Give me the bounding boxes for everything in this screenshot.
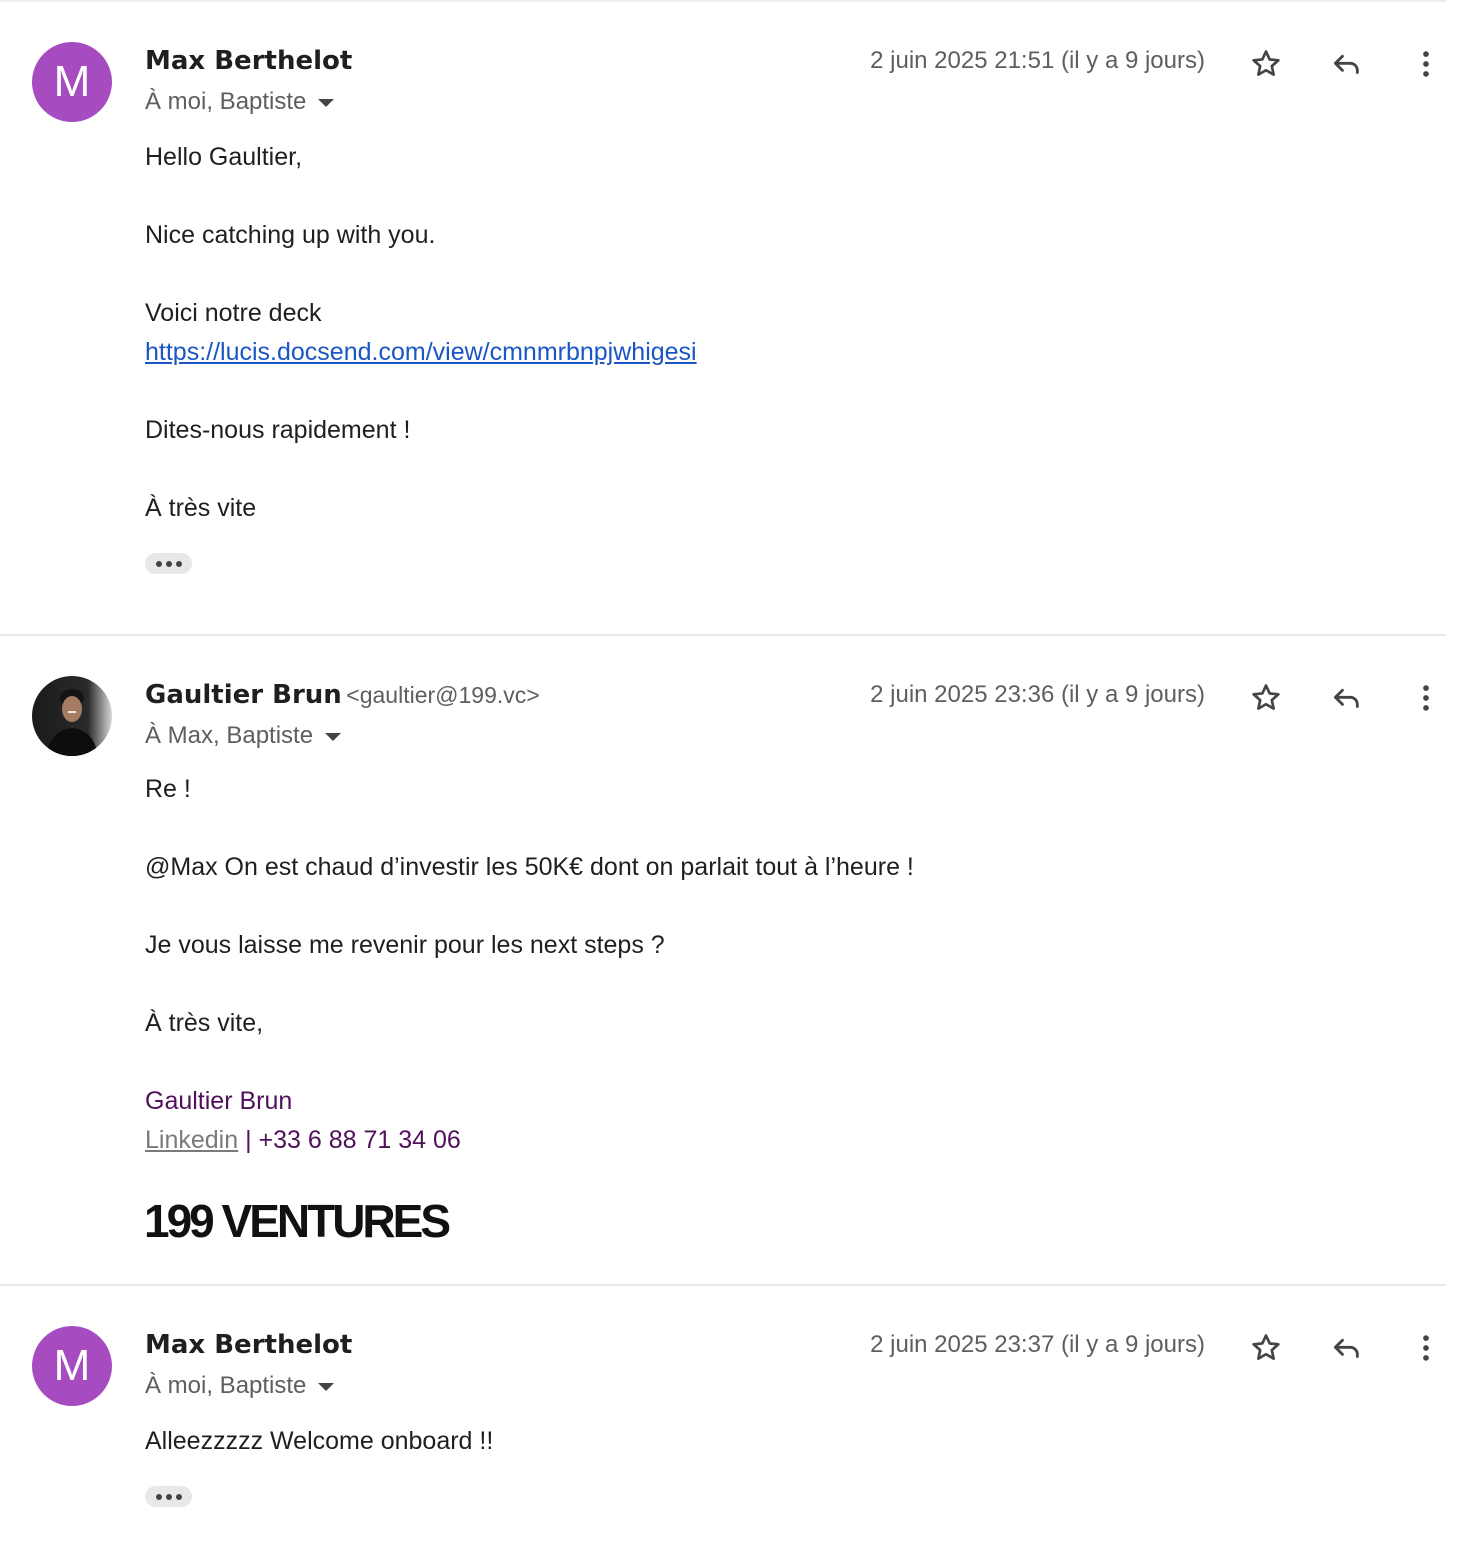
message-date: 2 juin 2025 21:51 (il y a 9 jours) xyxy=(870,47,1205,74)
sender-name[interactable]: Max Berthelot xyxy=(145,1330,352,1360)
message-body: Hello Gaultier, Nice catching up with yo… xyxy=(145,138,697,528)
body-closing: À très vite, xyxy=(145,1009,264,1037)
avatar[interactable] xyxy=(32,676,112,756)
linkedin-link[interactable]: Linkedin xyxy=(145,1126,238,1154)
recipients-toggle[interactable]: À moi, Baptiste xyxy=(145,88,335,116)
body-line: Nice catching up with you. xyxy=(145,221,436,249)
body-line: @Max On est chaud d’investir les 50K€ do… xyxy=(145,853,914,881)
more-options-button[interactable] xyxy=(1404,1326,1448,1370)
reply-button[interactable] xyxy=(1324,676,1368,720)
star-outline-icon xyxy=(1252,1334,1280,1360)
avatar[interactable]: M xyxy=(32,42,112,122)
caret-down-icon xyxy=(318,1382,335,1391)
show-trimmed-content-button[interactable] xyxy=(145,1486,192,1507)
reply-button[interactable] xyxy=(1324,1326,1368,1370)
message-divider xyxy=(0,634,1446,636)
avatar-letter: M xyxy=(53,57,91,106)
body-line: Alleezzzzz Welcome onboard !! xyxy=(145,1427,494,1455)
star-button[interactable] xyxy=(1244,1326,1288,1370)
body-closing: À très vite xyxy=(145,494,257,522)
recipients-toggle[interactable]: À moi, Baptiste xyxy=(145,1372,335,1400)
body-greeting: Hello Gaultier, xyxy=(145,143,303,171)
body-line: Je vous laisse me revenir pour les next … xyxy=(145,931,665,959)
deck-link[interactable]: https://lucis.docsend.com/view/cmnmrbnpj… xyxy=(145,338,697,366)
body-line: Dites-nous rapidement ! xyxy=(145,416,411,444)
avatar-letter: M xyxy=(53,1341,91,1390)
top-divider xyxy=(0,0,1446,2)
reply-button[interactable] xyxy=(1324,42,1368,86)
three-dots-icon xyxy=(155,1493,162,1500)
show-trimmed-content-button[interactable] xyxy=(145,553,192,574)
sender-email: <gaultier@199.vc> xyxy=(346,682,540,708)
profile-photo-icon xyxy=(32,676,112,756)
signature-phone[interactable]: +33 6 88 71 34 06 xyxy=(259,1126,461,1154)
message-date: 2 juin 2025 23:37 (il y a 9 jours) xyxy=(870,1331,1205,1358)
company-logo: 199 VENTURES xyxy=(144,1195,451,1247)
body-greeting: Re ! xyxy=(145,775,191,803)
message-date: 2 juin 2025 23:36 (il y a 9 jours) xyxy=(870,681,1205,708)
avatar[interactable]: M xyxy=(32,1326,112,1406)
star-outline-icon xyxy=(1252,684,1280,710)
caret-down-icon xyxy=(318,98,335,107)
message-divider xyxy=(0,1284,1446,1286)
body-line: Voici notre deck xyxy=(145,299,322,327)
recipients-label: À moi, Baptiste xyxy=(145,1372,307,1399)
signature-separator: | xyxy=(238,1126,259,1154)
sender: Gaultier Brun <gaultier@199.vc> xyxy=(145,680,540,710)
more-vert-icon xyxy=(1423,1335,1429,1361)
message-body: Re ! @Max On est chaud d’investir les 50… xyxy=(145,770,914,1160)
star-outline-icon xyxy=(1252,50,1280,76)
reply-arrow-icon xyxy=(1333,1338,1359,1358)
reply-arrow-icon xyxy=(1333,54,1359,74)
recipients-label: À Max, Baptiste xyxy=(145,722,314,749)
sender-name[interactable]: Gaultier Brun xyxy=(145,680,342,710)
three-dots-icon xyxy=(155,560,162,567)
more-options-button[interactable] xyxy=(1404,676,1448,720)
sender-name[interactable]: Max Berthelot xyxy=(145,46,352,76)
star-button[interactable] xyxy=(1244,42,1288,86)
more-options-button[interactable] xyxy=(1404,42,1448,86)
recipients-label: À moi, Baptiste xyxy=(145,88,307,115)
more-vert-icon xyxy=(1423,685,1429,711)
sender: Max Berthelot xyxy=(145,46,352,76)
sender: Max Berthelot xyxy=(145,1330,352,1360)
recipients-toggle[interactable]: À Max, Baptiste xyxy=(145,722,342,750)
star-button[interactable] xyxy=(1244,676,1288,720)
signature-contact: Linkedin | +33 6 88 71 34 06 xyxy=(145,1121,914,1160)
caret-down-icon xyxy=(325,732,342,741)
message-body: Alleezzzzz Welcome onboard !! xyxy=(145,1422,493,1461)
signature-name: Gaultier Brun xyxy=(145,1087,293,1115)
reply-arrow-icon xyxy=(1333,688,1359,708)
more-vert-icon xyxy=(1423,51,1429,77)
